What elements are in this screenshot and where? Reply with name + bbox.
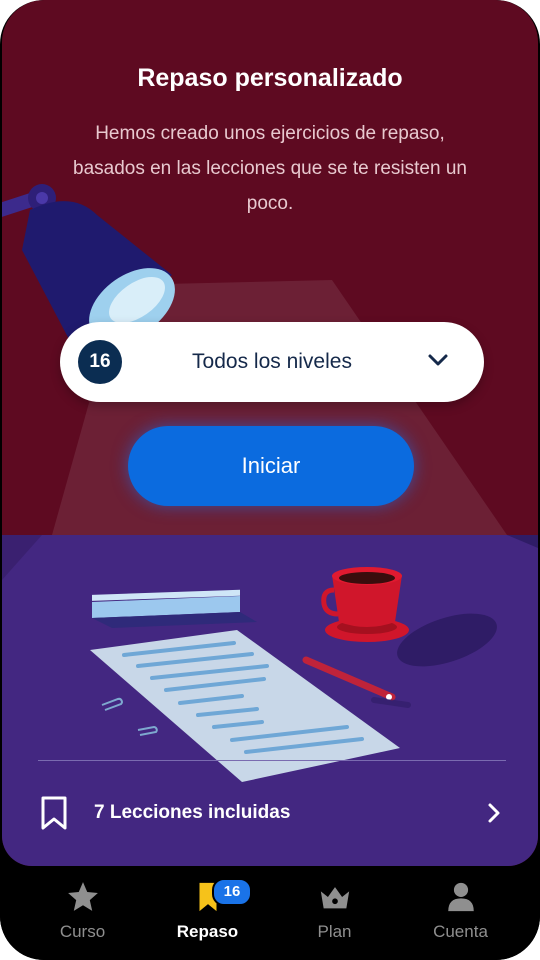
tab-label: Plan xyxy=(317,922,352,941)
tab-cuenta[interactable]: Cuenta xyxy=(393,880,528,960)
included-lessons-row[interactable]: 7 Lecciones incluidas xyxy=(2,774,538,854)
tab-label: Curso xyxy=(59,922,106,941)
included-lessons-label: 7 Lecciones incluidas xyxy=(94,802,291,823)
notification-badge: 16 xyxy=(212,878,252,906)
tab-repaso[interactable]: 16 Repaso xyxy=(140,878,275,960)
level-selector-label: Todos los niveles xyxy=(192,350,352,373)
bottom-tab-bar: Curso 16 Repaso Plan Cuenta xyxy=(0,866,540,960)
person-icon xyxy=(447,882,474,912)
review-screen: Repaso personalizado Hemos creado unos e… xyxy=(2,0,538,866)
phone-frame: Repaso personalizado Hemos creado unos e… xyxy=(0,0,540,960)
page-description: Hemos creado unos ejercicios de repaso, … xyxy=(73,123,467,214)
bookmark-icon xyxy=(41,796,67,830)
divider xyxy=(38,760,506,761)
crown-icon xyxy=(320,887,349,909)
start-button[interactable]: Iniciar xyxy=(128,426,414,506)
tab-plan[interactable]: Plan xyxy=(267,880,402,960)
chevron-right-icon xyxy=(488,803,500,823)
level-count-badge: 16 xyxy=(78,340,122,384)
tab-label: Repaso xyxy=(176,922,239,941)
tab-label: Cuenta xyxy=(433,922,488,941)
level-selector-dropdown[interactable]: 16 Todos los niveles xyxy=(60,322,484,402)
tab-curso[interactable]: Curso xyxy=(15,880,150,960)
page-title: Repaso personalizado xyxy=(137,64,403,92)
star-icon xyxy=(67,882,98,911)
chevron-down-icon xyxy=(428,354,448,366)
